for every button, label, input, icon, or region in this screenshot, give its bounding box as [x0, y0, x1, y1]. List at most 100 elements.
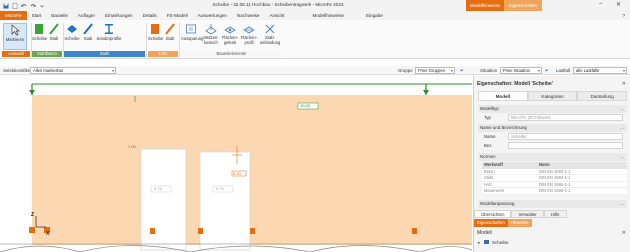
- section-modelltyp[interactable]: Modelltyp —: [478, 105, 627, 113]
- dropdown-icon[interactable]: [39, 3, 45, 9]
- funnel-icon[interactable]: ⏷: [545, 68, 549, 73]
- wall-panel-orange-icon: [149, 23, 161, 35]
- tab-fe-modell[interactable]: FE-Modell: [162, 11, 193, 20]
- tab-microfe[interactable]: MicroFe: [0, 11, 27, 20]
- close-icon[interactable]: ✕: [622, 81, 626, 87]
- tab-auflager[interactable]: Auflager: [73, 11, 100, 20]
- modell-tree-header: Modell: [477, 230, 492, 236]
- beam-blue-icon: [82, 23, 94, 35]
- support-icon[interactable]: [250, 228, 255, 234]
- tab-start[interactable]: Start: [27, 11, 47, 20]
- tab-hinweise[interactable]: Hinweise: [507, 219, 532, 227]
- ribbon-tabs: MicroFe Start Bauteile Auflager Einwirku…: [0, 11, 630, 20]
- load-arrow-right-icon: [423, 90, 429, 95]
- flaechenprofil-button[interactable]: Flächen-profil: [240, 23, 258, 45]
- tab-einwirkungen[interactable]: Einwirkungen: [100, 11, 138, 20]
- dim-label-door: 0.20: [233, 171, 241, 176]
- support-icon[interactable]: [412, 228, 417, 234]
- section-normen[interactable]: Normen —: [478, 153, 627, 161]
- row-typ: Typ MicroFe 2D Faltwerk: [482, 114, 627, 122]
- collapse-icon[interactable]: —: [620, 105, 624, 113]
- table-row[interactable]: Mauerwerk DIN EN 1996-1-1: [482, 188, 627, 195]
- tab-hilfe[interactable]: Hilfe: [543, 210, 567, 218]
- section-modellanpassung[interactable]: Modellanpassung —: [478, 200, 627, 208]
- help-icon[interactable]: ?: [617, 11, 630, 20]
- save-icon[interactable]: [3, 3, 9, 9]
- tree-item-scheibe[interactable]: ▸ Scheibe: [478, 239, 628, 247]
- stahl-stab-button[interactable]: Stab: [81, 23, 95, 41]
- new-file-icon[interactable]: [12, 2, 18, 9]
- panel-switch-tabs: Eigenschaften Hinweise: [474, 219, 630, 227]
- beam-green-icon: [48, 23, 60, 35]
- tab-eigenschaften[interactable]: Eigenschaften: [474, 219, 508, 227]
- model-folder-icon: [483, 240, 489, 244]
- tab-auswertungen[interactable]: Auswertungen: [193, 11, 232, 20]
- flaechengelenk-button[interactable]: Flächen-gelenk: [221, 23, 239, 45]
- door-opening-1[interactable]: [140, 148, 187, 251]
- collapse-icon[interactable]: —: [620, 153, 624, 161]
- group-holz-label: Holz: [148, 51, 178, 57]
- holz-scheibe-button[interactable]: Scheibe: [148, 23, 163, 41]
- group-stahlbeton-label: Stahlbeton: [32, 51, 62, 57]
- tab-modell[interactable]: Modell: [478, 91, 528, 101]
- expand-icon[interactable]: ▸: [478, 240, 480, 245]
- gruppe-dropdown[interactable]: Freie Gruppen: [415, 67, 455, 74]
- funnel-icon[interactable]: ⏷: [460, 68, 464, 73]
- tab-ansicht[interactable]: Ansicht: [264, 11, 289, 20]
- tab-nachweise[interactable]: Nachweise: [232, 11, 264, 20]
- aussparung-button[interactable]: Aussparung: [181, 23, 203, 41]
- markieren-button[interactable]: Markieren: [3, 23, 27, 50]
- tab-uebersichten[interactable]: Übersichten: [474, 210, 512, 218]
- tab-darstellung[interactable]: Darstellung: [577, 91, 628, 101]
- stuetzenbereich-button[interactable]: Stützen-bereich: [202, 23, 220, 45]
- group-stahl-label: Stahl: [64, 51, 145, 57]
- group-auswahl-label: Auswahl: [2, 51, 30, 57]
- name-field[interactable]: Scheibe: [508, 133, 623, 140]
- tab-modellhinweise[interactable]: Modellhinweise: [308, 11, 349, 20]
- stahl-scheibe-button[interactable]: Scheibe: [64, 23, 80, 41]
- load-arrow-left-icon: [29, 90, 35, 95]
- beam-orange-icon: [164, 23, 176, 35]
- stahlbeton-scheibe-button[interactable]: Scheibe: [32, 23, 47, 41]
- selektionsfilter-dropdown[interactable]: Alles markierbar: [30, 67, 116, 74]
- gruppe-label: Gruppe: [398, 68, 413, 73]
- close-window-icon[interactable]: ✕: [616, 1, 621, 8]
- axis-x-label: X: [46, 231, 50, 237]
- door-opening-2[interactable]: [199, 151, 251, 251]
- stahlbeton-stab-button[interactable]: Stab: [47, 23, 61, 41]
- lastfall-dropdown[interactable]: alle Lastfälle: [573, 67, 627, 74]
- tab-details[interactable]: Details: [138, 11, 162, 20]
- tab-bauteile[interactable]: Bauteile: [46, 11, 73, 20]
- support-icon[interactable]: [198, 228, 203, 234]
- bez-field[interactable]: [508, 142, 623, 149]
- column-area-icon: [205, 23, 217, 35]
- wall-panel[interactable]: [32, 95, 474, 245]
- tab-eingabe[interactable]: Eingabe: [361, 11, 388, 20]
- wall-panel-green-icon: [33, 23, 45, 35]
- filter-toolbar: Selektionsfilter Alles markierbar Gruppe…: [0, 66, 630, 75]
- undo-icon[interactable]: [21, 3, 27, 9]
- support-icon[interactable]: [150, 228, 155, 234]
- section-name[interactable]: Name und Bezeichnung —: [478, 124, 627, 132]
- support-icon[interactable]: [29, 227, 35, 233]
- situation-dropdown[interactable]: Freie Situation: [500, 67, 542, 74]
- collapse-icon[interactable]: —: [620, 124, 624, 132]
- collapse-icon[interactable]: —: [620, 200, 624, 208]
- stabeinbindung-button[interactable]: Stab-einbindung: [259, 23, 281, 45]
- minimize-icon[interactable]: –: [599, 1, 602, 7]
- i-profile-icon: [103, 23, 115, 35]
- quick-access-toolbar: [3, 2, 45, 9]
- lastfall-label: Lastfall: [556, 68, 570, 73]
- ribbon-separator: [179, 23, 180, 57]
- typ-field[interactable]: MicroFe 2D Faltwerk: [508, 114, 623, 121]
- dim-label-width: 0.74: [216, 186, 224, 191]
- model-canvas[interactable]: 10.00 0.20 1.00 0.74 0.74 Z X: [0, 76, 474, 252]
- normen-table: Werkstoff Norm Beton DIN EN 1992-1-1 Sta…: [482, 162, 627, 195]
- redo-icon[interactable]: [30, 3, 36, 9]
- sonderprofile-button[interactable]: Sonderprofile: [96, 23, 122, 41]
- holz-stab-button[interactable]: Stab: [163, 23, 177, 41]
- pin-icon[interactable]: ✕: [622, 230, 626, 236]
- tab-kategorien[interactable]: Kategorien: [527, 91, 578, 101]
- row-bez: Bez.: [482, 142, 627, 150]
- tab-verwalter[interactable]: Verwalter: [511, 210, 544, 218]
